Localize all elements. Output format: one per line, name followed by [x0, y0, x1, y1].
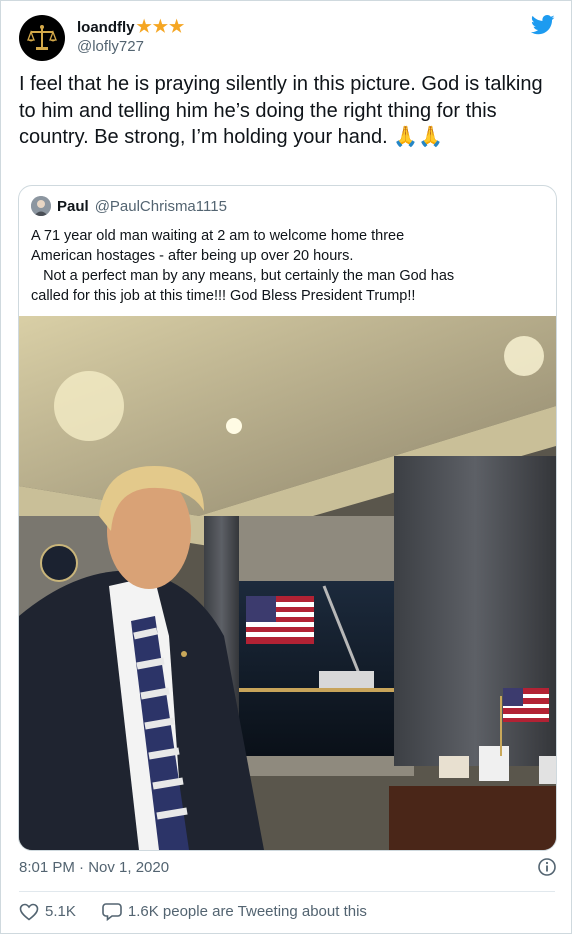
quoted-header: Paul @PaulChrisma1115: [31, 196, 227, 216]
author-name[interactable]: loandfly: [77, 19, 135, 36]
twitter-bird-icon[interactable]: [530, 15, 555, 40]
tweeting-about-text: 1.6K people are Tweeting about this: [127, 903, 367, 920]
tweet-actions: 5.1K 1.6K people are Tweeting about this: [19, 902, 393, 921]
quoted-photo[interactable]: [19, 316, 556, 850]
quoted-avatar[interactable]: [31, 196, 51, 216]
speech-bubble-icon: [102, 903, 122, 921]
quoted-author-handle[interactable]: @PaulChrisma1115: [95, 198, 227, 215]
star-badge: ★★★: [136, 17, 186, 36]
quoted-line: A 71 year old man waiting at 2 am to wel…: [31, 228, 405, 244]
author-avatar[interactable]: [19, 15, 65, 61]
quoted-line: called for this job at this time!!! God …: [31, 288, 416, 304]
scales-of-justice-icon: [27, 25, 57, 50]
quoted-tweet[interactable]: Paul @PaulChrisma1115 A 71 year old man …: [18, 185, 557, 851]
quoted-line: American hostages - after being up over …: [31, 248, 354, 264]
author-name-row[interactable]: loandfly ★★★: [77, 17, 185, 37]
tweet-card: loandfly ★★★ @lofly727 I feel that he is…: [0, 0, 572, 934]
like-button[interactable]: 5.1K: [19, 903, 76, 921]
tweet-body: I feel that he is praying silently in th…: [19, 73, 543, 148]
quoted-line: Not a perfect man by any means, but cert…: [31, 268, 455, 284]
quoted-body: A 71 year old man waiting at 2 am to wel…: [31, 226, 546, 306]
heart-icon: [19, 903, 39, 921]
tweet-timestamp[interactable]: 8:01 PM · Nov 1, 2020: [19, 859, 169, 876]
quoted-author-name[interactable]: Paul: [57, 198, 89, 215]
author-handle[interactable]: @lofly727: [77, 38, 144, 55]
info-icon[interactable]: [537, 857, 557, 882]
like-count: 5.1K: [45, 903, 76, 920]
divider: [19, 891, 555, 892]
tweeting-about-link[interactable]: 1.6K people are Tweeting about this: [102, 902, 367, 921]
